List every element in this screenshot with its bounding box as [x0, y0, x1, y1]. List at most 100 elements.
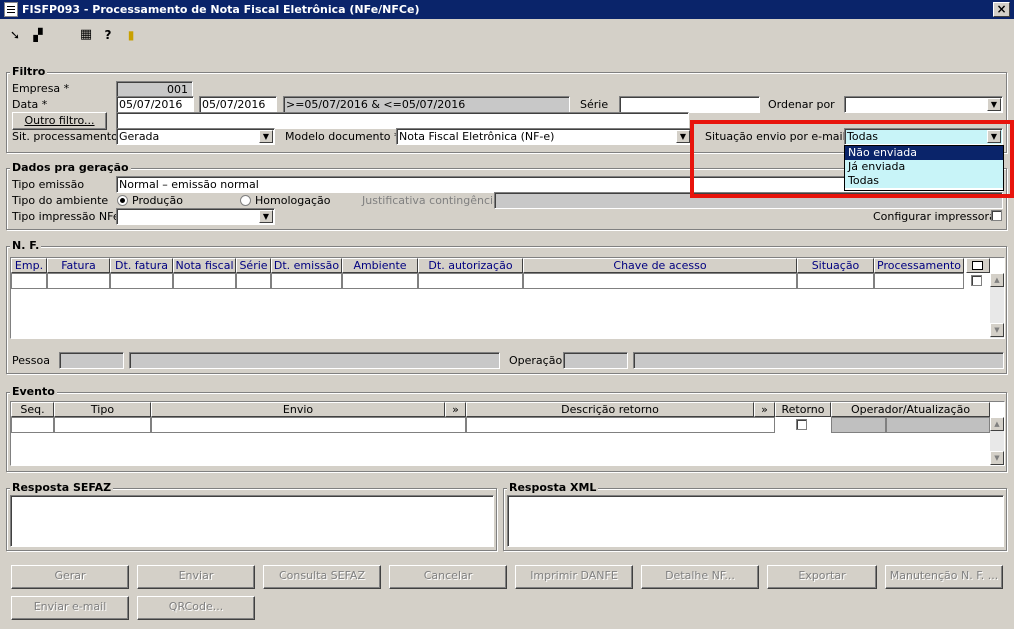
table-cell[interactable] — [110, 273, 173, 289]
resposta-xml-title: Resposta XML — [507, 481, 599, 494]
col-operador[interactable]: Operador/Atualização — [831, 402, 990, 417]
table-cell — [886, 417, 990, 433]
highlight-box — [690, 120, 1014, 198]
homologacao-label: Homologação — [255, 194, 331, 207]
col-seq[interactable]: Seq. — [11, 402, 54, 417]
col-fatura[interactable]: Fatura — [47, 258, 110, 273]
producao-radio[interactable] — [117, 195, 128, 206]
scroll-down-icon[interactable]: ▼ — [990, 323, 1004, 337]
scroll-up-icon[interactable]: ▲ — [990, 273, 1004, 287]
modelo-value: Nota Fiscal Eletrônica (NF-e) — [399, 130, 555, 143]
col-dt-emissao[interactable]: Dt. emissão — [271, 258, 342, 273]
justificativa-label: Justificativa contingência — [362, 194, 500, 207]
resposta-xml-textarea[interactable] — [507, 495, 1004, 547]
sit-processamento-label: Sit. processamento — [12, 130, 118, 143]
detalhe-nf-button[interactable]: Detalhe NF... — [641, 565, 759, 589]
table-cell[interactable] — [11, 417, 54, 433]
col-select-all[interactable] — [966, 258, 990, 273]
select-all-icon — [972, 261, 983, 270]
gerar-button[interactable]: Gerar — [11, 565, 129, 589]
qrcode-button[interactable]: QRCode... — [137, 596, 255, 620]
col-dt-autorizacao[interactable]: Dt. autorização — [418, 258, 523, 273]
exportar-button[interactable]: Exportar — [767, 565, 877, 589]
table-cell[interactable] — [173, 273, 236, 289]
table-cell[interactable] — [151, 417, 466, 433]
chevron-down-icon[interactable]: ▼ — [987, 98, 1001, 111]
cancelar-button[interactable]: Cancelar — [389, 565, 507, 589]
data-ate-field[interactable]: 05/07/2016 — [199, 96, 277, 113]
chevron-down-icon[interactable]: ▼ — [259, 130, 273, 143]
col-tipo[interactable]: Tipo — [54, 402, 151, 417]
enviar-button[interactable]: Enviar — [137, 565, 255, 589]
col-dt-fatura[interactable]: Dt. fatura — [110, 258, 173, 273]
homologacao-radio[interactable] — [240, 195, 251, 206]
retorno-checkbox[interactable] — [796, 419, 807, 430]
col-processamento[interactable]: Processamento — [874, 258, 964, 273]
nf-table[interactable]: Emp. Fatura Dt. fatura Nota fiscal Série… — [10, 257, 1005, 339]
modelo-select[interactable]: Nota Fiscal Eletrônica (NF-e) ▼ — [396, 128, 692, 145]
close-button[interactable]: × — [993, 2, 1010, 17]
col-serie[interactable]: Série — [236, 258, 271, 273]
tipo-impressao-select[interactable]: ▼ — [116, 208, 275, 225]
pessoa-code-field — [59, 352, 124, 369]
table-cell[interactable] — [271, 273, 342, 289]
table-cell[interactable] — [11, 273, 47, 289]
sit-processamento-value: Gerada — [119, 130, 160, 143]
exit-door-icon[interactable]: ▮ — [122, 26, 140, 44]
table-cell[interactable] — [54, 417, 151, 433]
col-envio[interactable]: Envio — [151, 402, 445, 417]
outro-filtro-button[interactable]: Outro filtro... — [12, 112, 107, 130]
table-cell[interactable] — [47, 273, 110, 289]
table-cell[interactable] — [342, 273, 418, 289]
table-cell[interactable] — [466, 417, 775, 433]
configurar-impressora-label: Configurar impressora — [873, 210, 996, 223]
table-cell[interactable] — [236, 273, 271, 289]
scroll-down-icon[interactable]: ▼ — [990, 451, 1004, 465]
serie-label: Série — [580, 98, 609, 111]
sit-processamento-select[interactable]: Gerada ▼ — [116, 128, 275, 145]
filtro-title: Filtro — [10, 65, 48, 78]
pessoa-label: Pessoa — [12, 354, 50, 367]
configurar-impressora-checkbox[interactable] — [991, 210, 1002, 221]
tipo-emissao-value: Normal – emissão normal — [119, 178, 259, 191]
imprimir-danfe-button[interactable]: Imprimir DANFE — [515, 565, 633, 589]
col-chave-acesso[interactable]: Chave de acesso — [523, 258, 797, 273]
col-situacao[interactable]: Situação — [797, 258, 874, 273]
manutencao-nf-button[interactable]: Manutenção N. F. ... — [885, 565, 1003, 589]
chevron-down-icon[interactable]: ▼ — [676, 130, 690, 143]
table-cell[interactable] — [418, 273, 523, 289]
consulta-sefaz-button[interactable]: Consulta SEFAZ — [263, 565, 381, 589]
descricao-expand-button[interactable]: » — [754, 402, 775, 417]
col-nota-fiscal[interactable]: Nota fiscal — [173, 258, 236, 273]
row-checkbox[interactable] — [971, 275, 982, 286]
enviar-email-button[interactable]: Enviar e-mail — [11, 596, 129, 620]
resposta-sefaz-title: Resposta SEFAZ — [10, 481, 114, 494]
envio-expand-button[interactable]: » — [445, 402, 466, 417]
table-cell[interactable] — [523, 273, 797, 289]
col-descricao-retorno[interactable]: Descrição retorno — [466, 402, 754, 417]
serie-field[interactable] — [619, 96, 760, 113]
evento-scrollbar[interactable]: ▲ ▼ — [990, 417, 1004, 465]
arrow-in-icon[interactable]: ➘ — [6, 26, 24, 44]
data-de-field[interactable]: 05/07/2016 — [116, 96, 194, 113]
col-ambiente[interactable]: Ambiente — [342, 258, 418, 273]
chevron-down-icon[interactable]: ▼ — [259, 210, 273, 223]
col-retorno[interactable]: Retorno — [775, 402, 831, 417]
evento-table[interactable]: Seq. Tipo Envio » Descrição retorno » Re… — [10, 401, 1005, 466]
table-cell[interactable] — [874, 273, 964, 289]
windows-icon[interactable]: ▞ — [29, 26, 47, 44]
data-expression: >=05/07/2016 & <=05/07/2016 — [283, 96, 570, 113]
calculator-icon[interactable]: ▦ — [77, 26, 95, 44]
resposta-sefaz-textarea[interactable] — [10, 495, 494, 547]
col-emp[interactable]: Emp. — [11, 258, 47, 273]
tipo-impressao-label: Tipo impressão NFe — [12, 210, 120, 223]
table-cell[interactable] — [797, 273, 874, 289]
operacao-code-field — [563, 352, 628, 369]
help-icon[interactable]: ? — [99, 26, 117, 44]
tipo-ambiente-label: Tipo do ambiente — [12, 194, 109, 207]
nf-scrollbar[interactable]: ▲ ▼ — [990, 273, 1004, 338]
scroll-up-icon[interactable]: ▲ — [990, 417, 1004, 431]
ordenar-select[interactable]: ▼ — [844, 96, 1003, 113]
outro-filtro-field[interactable] — [116, 112, 689, 129]
nf-title: N. F. — [10, 239, 42, 252]
